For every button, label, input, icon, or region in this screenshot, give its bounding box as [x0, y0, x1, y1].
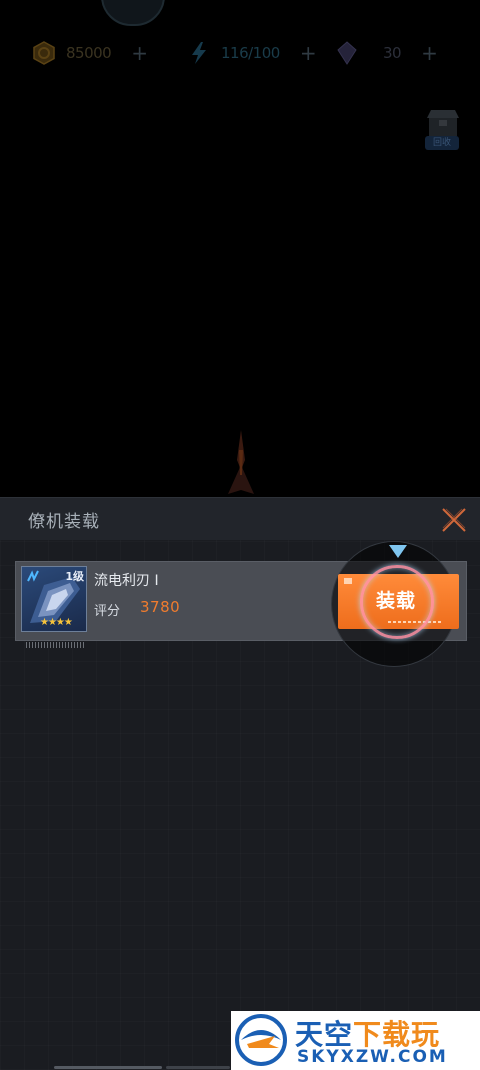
barcode-decoration [26, 642, 86, 648]
add-gold-button[interactable]: + [131, 41, 148, 65]
button-corner-decoration [344, 578, 352, 584]
guide-arrow-icon [389, 545, 407, 558]
player-avatar[interactable] [101, 0, 165, 26]
player-ship-icon [228, 430, 254, 494]
add-energy-button[interactable]: + [300, 41, 317, 65]
watermark: 天空下载玩 SKYXZW.COM [231, 1011, 480, 1070]
scrollbar-thumb[interactable] [54, 1066, 162, 1069]
gold-value: 85000 [66, 44, 112, 62]
close-icon[interactable] [440, 506, 468, 534]
item-name: 流电利刃 I [94, 573, 159, 589]
scrollbar-track [166, 1066, 230, 1069]
recycle-box-icon [427, 110, 459, 136]
gem-resource: 30 + [335, 40, 438, 66]
game-hud: 85000 + 116/100 + 30 + 回收 [0, 0, 480, 500]
score-value: 3780 [140, 598, 181, 616]
panel-header: 僚机装载 [0, 497, 480, 540]
gold-coin-icon [32, 41, 56, 65]
score-label: 评分 [94, 604, 121, 619]
recycle-label: 回收 [425, 136, 459, 150]
item-stars: ★★★★ [40, 617, 73, 628]
add-gem-button[interactable]: + [421, 41, 438, 65]
site-logo-icon [235, 1014, 287, 1066]
wingman-thumbnail: 1级 ★★★★ [21, 566, 87, 632]
gold-resource: 85000 + [32, 40, 148, 66]
energy-value: 116/100 [221, 44, 280, 62]
gem-value: 30 [383, 44, 402, 62]
watermark-url: SKYXZW.COM [297, 1047, 448, 1067]
tap-focus-ring [360, 565, 434, 639]
lightning-icon [187, 41, 211, 65]
crystal-icon [335, 41, 359, 65]
recycle-button[interactable]: 回收 [421, 106, 465, 152]
item-level: 1级 [65, 570, 84, 583]
panel-title: 僚机装载 [28, 512, 100, 532]
energy-resource: 116/100 + [187, 40, 317, 66]
